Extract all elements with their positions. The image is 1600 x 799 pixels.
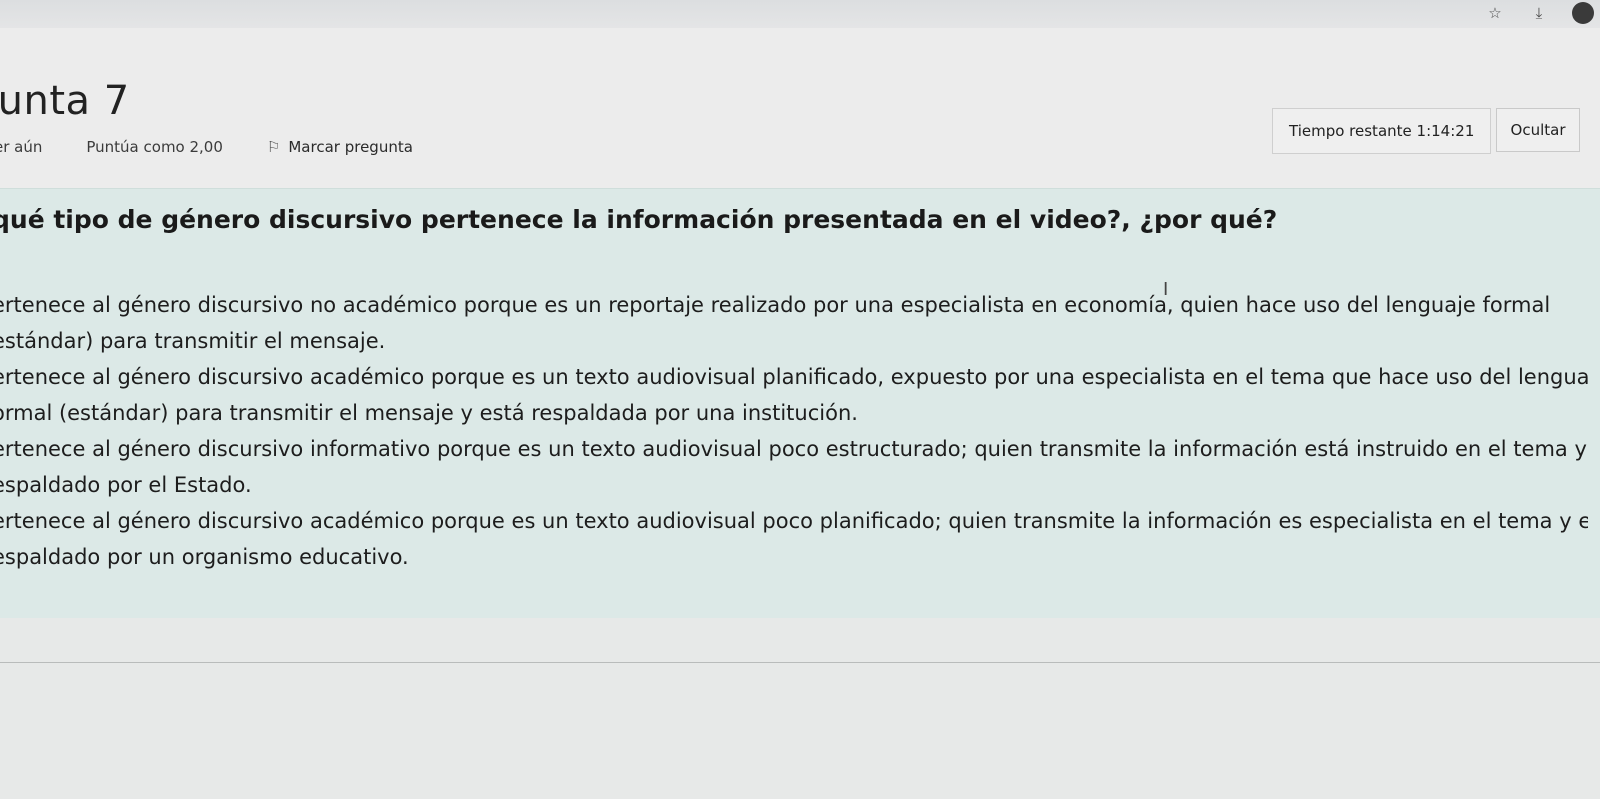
answer-line: espaldado por un organismo educativo. <box>0 545 409 569</box>
answer-line: ormal (estándar) para transmitir el mens… <box>0 401 858 425</box>
answer-option[interactable]: ertenece al género discursivo informativ… <box>0 431 1588 503</box>
flag-icon: ⚐ <box>266 138 281 156</box>
question-prompt: qué tipo de género discursivo pertenece … <box>0 205 1278 234</box>
timer-value: 1:14:21 <box>1416 122 1475 140</box>
answer-option[interactable]: ertenece al género discursivo académico … <box>0 359 1588 431</box>
answer-line: ertenece al género discursivo no académi… <box>0 293 1551 317</box>
answer-line: estándar) para transmitir el mensaje. <box>0 329 386 353</box>
answer-line: espaldado por el Estado. <box>0 473 252 497</box>
flag-question-label: Marcar pregunta <box>288 138 413 156</box>
download-icon[interactable]: ⤓ <box>1528 2 1550 24</box>
timer: Tiempo restante 1:14:21 <box>1272 108 1492 154</box>
question-header: junta 7 er aún Puntúa como 2,00 ⚐ Marcar… <box>0 28 1600 188</box>
question-points: Puntúa como 2,00 <box>86 138 223 156</box>
star-icon[interactable]: ☆ <box>1484 2 1506 24</box>
hide-timer-button[interactable]: Ocultar <box>1496 108 1580 152</box>
quiz-page: ☆ ⤓ junta 7 er aún Puntúa como 2,00 ⚐ Ma… <box>0 0 1600 799</box>
divider <box>0 662 1600 663</box>
timer-label: Tiempo restante <box>1289 122 1412 140</box>
answer-line: ertenece al género discursivo académico … <box>0 365 1588 389</box>
answer-line: ertenece al género discursivo académico … <box>0 509 1588 533</box>
question-status: er aún <box>0 138 43 156</box>
answer-options: ertenece al género discursivo no académi… <box>0 287 1588 575</box>
flag-question-link[interactable]: ⚐ Marcar pregunta <box>267 138 413 156</box>
answer-line: ertenece al género discursivo informativ… <box>0 437 1587 461</box>
answer-option[interactable]: ertenece al género discursivo no académi… <box>0 287 1588 359</box>
question-title: junta 7 <box>0 78 130 124</box>
toolbar-icons: ☆ ⤓ <box>1484 2 1600 24</box>
browser-toolbar: ☆ ⤓ <box>0 0 1600 28</box>
question-meta: er aún Puntúa como 2,00 ⚐ Marcar pregunt… <box>0 138 413 156</box>
answer-option[interactable]: ertenece al género discursivo académico … <box>0 503 1588 575</box>
lower-area <box>0 618 1600 799</box>
profile-icon[interactable] <box>1572 2 1594 24</box>
question-body: qué tipo de género discursivo pertenece … <box>0 188 1600 619</box>
